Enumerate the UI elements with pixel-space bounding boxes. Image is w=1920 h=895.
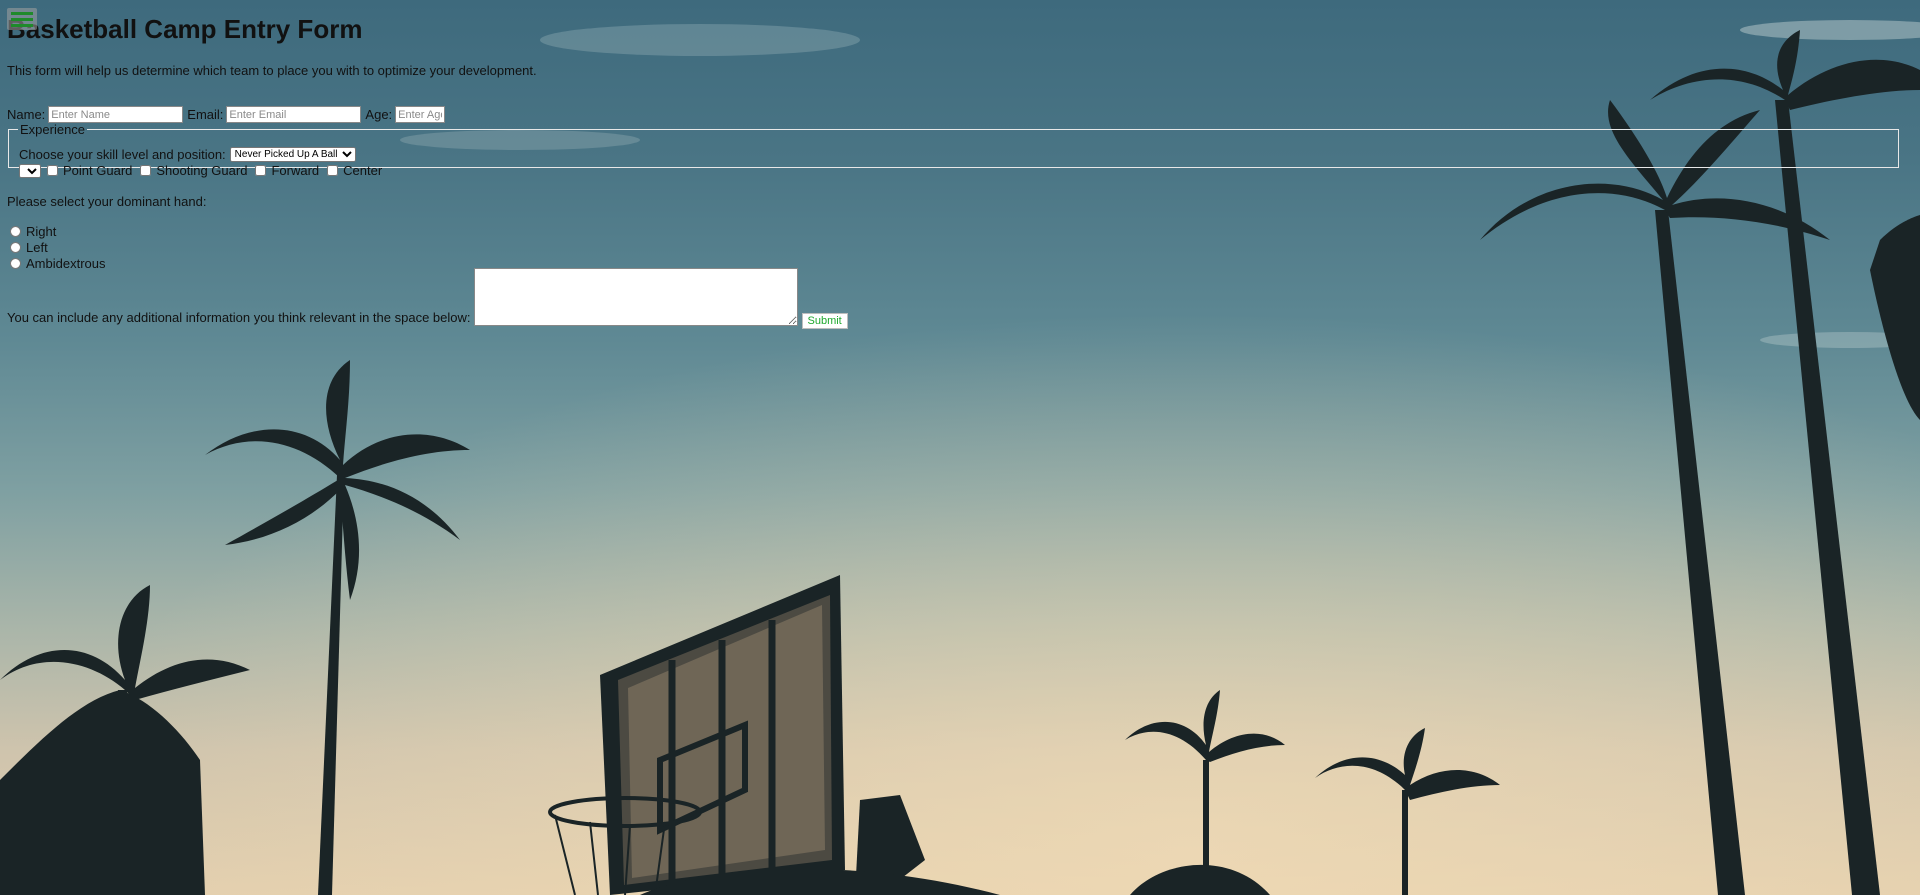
additional-info-textarea[interactable] xyxy=(473,268,798,326)
position-label: Shooting Guard xyxy=(156,163,248,178)
dominant-hand-question: Please select your dominant hand: xyxy=(7,194,207,209)
experience-legend: Experience xyxy=(20,122,86,137)
basic-info-row: Name: Email: Age: xyxy=(7,106,449,123)
position-row: Point Guard Shooting Guard Forward Cente… xyxy=(19,163,387,178)
radio-left[interactable] xyxy=(10,242,21,253)
checkbox-point-guard[interactable] xyxy=(47,165,58,176)
radio-option-right[interactable]: Right xyxy=(8,224,56,239)
page-title: Basketball Camp Entry Form xyxy=(7,14,363,44)
hamburger-menu-icon[interactable] xyxy=(7,8,37,30)
additional-info-row: You can include any additional informati… xyxy=(7,268,848,329)
skill-prompt: Choose your skill level and position: xyxy=(19,147,226,162)
additional-info-label: You can include any additional informati… xyxy=(7,310,471,325)
submit-button[interactable]: Submit xyxy=(801,313,848,329)
position-label: Forward xyxy=(271,163,320,178)
radio-label: Left xyxy=(26,240,48,255)
email-input[interactable] xyxy=(226,106,362,123)
radio-option-left[interactable]: Left xyxy=(8,240,48,255)
radio-label: Right xyxy=(26,224,57,239)
experience-fieldset: Experience Choose your skill level and p… xyxy=(8,122,1899,178)
intro-text: This form will help us determine which t… xyxy=(7,63,537,78)
skill-row: Choose your skill level and position: Ne… xyxy=(19,147,356,162)
name-input[interactable] xyxy=(48,106,184,123)
skill-level-select[interactable]: Never Picked Up A Ball xyxy=(229,147,356,162)
age-label: Age: xyxy=(365,107,393,122)
radio-right[interactable] xyxy=(10,226,21,237)
checkbox-shooting-guard[interactable] xyxy=(140,165,152,176)
position-label: Point Guard xyxy=(63,163,133,178)
position-dropdown[interactable] xyxy=(19,163,41,178)
checkbox-forward[interactable] xyxy=(255,165,267,176)
checkbox-center[interactable] xyxy=(327,165,339,176)
position-label: Center xyxy=(343,163,383,178)
email-label: Email: xyxy=(187,107,224,122)
name-label: Name: xyxy=(7,107,46,122)
age-input[interactable] xyxy=(395,106,446,123)
